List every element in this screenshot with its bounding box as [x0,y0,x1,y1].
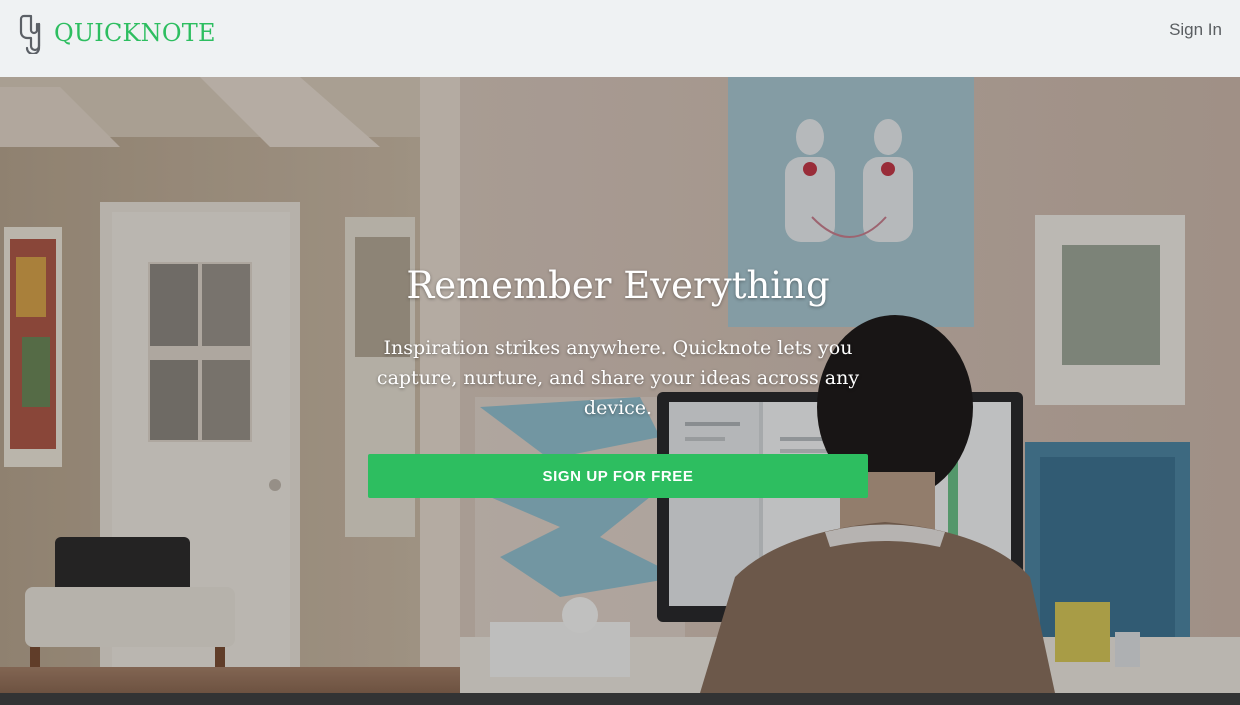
sign-up-button[interactable]: SIGN UP FOR FREE [368,454,868,498]
hero-section: Remember Everything Inspiration strikes … [0,77,1240,693]
paperclip-icon [19,14,41,54]
logo-link[interactable]: QUICKNOTE [18,12,216,54]
site-header: QUICKNOTE Sign In [0,0,1240,77]
bottom-bar [0,693,1240,705]
page: QUICKNOTE Sign In Remember Everything In… [0,0,1240,705]
brand-name: QUICKNOTE [54,19,216,47]
hero-title: Remember Everything [406,264,830,307]
hero-content: Remember Everything Inspiration strikes … [368,263,868,498]
sign-in-link[interactable]: Sign In [1169,20,1222,40]
hero-subtitle: Inspiration strikes anywhere. Quicknote … [376,337,860,419]
